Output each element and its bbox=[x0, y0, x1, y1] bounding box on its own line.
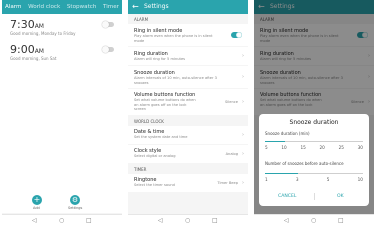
section-header-timer: TIMER bbox=[134, 167, 147, 172]
chevron-right-icon: › bbox=[242, 74, 244, 80]
tick-label: 25 bbox=[338, 145, 344, 150]
nav-recent-icon[interactable]: □ bbox=[212, 217, 218, 224]
setting-date-time[interactable]: Date & time Set the system date and time… bbox=[128, 126, 248, 144]
tick-label: 5 bbox=[326, 177, 330, 182]
snooze-count-ticks: 1 3 5 10 bbox=[265, 177, 363, 182]
slider-fill bbox=[265, 173, 298, 174]
setting-value: Silence bbox=[225, 100, 238, 104]
dialog-title: Snooze duration bbox=[289, 119, 339, 126]
back-arrow-icon[interactable]: ← bbox=[132, 2, 139, 12]
alarm-item[interactable]: 9:00AM Good morning, Sun Sat bbox=[2, 39, 122, 64]
section-header-world-clock: WORLD CLOCK bbox=[134, 119, 164, 124]
tab-stopwatch[interactable]: Stopwatch bbox=[67, 4, 97, 10]
snooze-duration-ticks: 5 10 15 20 25 30 bbox=[265, 145, 363, 150]
setting-value: Analog bbox=[225, 152, 238, 156]
setting-subtitle: Alarm will ring for 5 minutes bbox=[134, 57, 186, 61]
tick-label: 10 bbox=[281, 145, 287, 150]
tick-label: 15 bbox=[300, 145, 306, 150]
nav-back-icon[interactable]: ◁ bbox=[32, 217, 37, 224]
tick-label: 30 bbox=[357, 145, 363, 150]
setting-ringtone[interactable]: Ringtone Select the timer sound Timer Be… bbox=[128, 174, 248, 192]
clock-screen: Alarm World clock Stopwatch Timer 7:30AM… bbox=[2, 0, 122, 227]
app-bar: ← Settings bbox=[128, 0, 248, 14]
nav-home-icon[interactable]: ○ bbox=[311, 217, 316, 224]
alarm-toggle[interactable] bbox=[102, 21, 114, 28]
tab-alarm[interactable]: Alarm bbox=[5, 4, 21, 10]
nav-recent-icon[interactable]: □ bbox=[86, 217, 92, 224]
snooze-duration-dialog: Snooze duration Snooze duration (min) 5 … bbox=[259, 114, 369, 206]
snooze-count-slider[interactable] bbox=[265, 173, 363, 174]
ring-silent-toggle[interactable] bbox=[231, 32, 242, 38]
settings-screen: ← Settings ALARM Ring in silent mode Pla… bbox=[128, 0, 248, 227]
alarm-toggle[interactable] bbox=[102, 46, 114, 53]
snooze-count-label: Number of snoozes before auto-silence bbox=[265, 161, 344, 166]
setting-volume-buttons[interactable]: Volume buttons function Set what volume … bbox=[128, 89, 248, 115]
system-nav-bar: ◁ ○ □ bbox=[2, 214, 122, 227]
cancel-button[interactable]: CANCEL bbox=[278, 194, 296, 199]
tick-label: 3 bbox=[295, 177, 299, 182]
chevron-right-icon: › bbox=[242, 53, 244, 59]
chevron-right-icon: › bbox=[242, 151, 244, 157]
nav-home-icon[interactable]: ○ bbox=[59, 217, 64, 224]
settings-snooze-dialog-screen: ← Settings ALARM Ring in silent mode Pla… bbox=[254, 0, 374, 227]
button-divider bbox=[314, 193, 315, 200]
alarm-list: 7:30AM Good morning, Monday to Friday 9:… bbox=[2, 14, 122, 210]
alarm-ampm: AM bbox=[34, 48, 44, 55]
nav-recent-icon[interactable]: □ bbox=[338, 217, 344, 224]
chevron-right-icon: › bbox=[242, 99, 244, 105]
tick-label: 1 bbox=[265, 177, 268, 182]
chevron-right-icon: › bbox=[242, 180, 244, 186]
chevron-right-icon: › bbox=[242, 132, 244, 138]
snooze-duration-slider[interactable] bbox=[265, 141, 363, 142]
setting-clock-style[interactable]: Clock style Select digital or analog Ana… bbox=[128, 145, 248, 163]
nav-back-icon[interactable]: ◁ bbox=[284, 217, 289, 224]
setting-value: Timer Beep bbox=[217, 181, 238, 185]
nav-back-icon[interactable]: ◁ bbox=[158, 217, 163, 224]
nav-home-icon[interactable]: ○ bbox=[185, 217, 190, 224]
setting-ring-silent[interactable]: Ring in silent mode Play alarm even when… bbox=[128, 24, 248, 46]
tab-timer[interactable]: Timer bbox=[103, 4, 119, 10]
alarm-ampm: AM bbox=[34, 23, 44, 30]
system-nav-bar: ◁ ○ □ bbox=[254, 214, 374, 227]
alarm-label: Good morning, Sun Sat bbox=[10, 56, 57, 61]
settings-label: Settings bbox=[68, 206, 83, 210]
alarm-action-bar: + Add ⚙ Settings bbox=[2, 193, 122, 213]
ok-button[interactable]: OK bbox=[337, 194, 344, 199]
alarm-label: Good morning, Monday to Friday bbox=[10, 31, 76, 36]
slider-fill bbox=[265, 141, 285, 142]
tab-world-clock[interactable]: World clock bbox=[28, 4, 60, 10]
setting-subtitle: screen bbox=[134, 107, 146, 111]
setting-subtitle: Set the system date and time bbox=[134, 135, 188, 139]
screenshot: Alarm World clock Stopwatch Timer 7:30AM… bbox=[0, 0, 375, 227]
snooze-duration-label: Snooze duration (min) bbox=[265, 131, 310, 136]
section-header-alarm: ALARM bbox=[134, 17, 149, 22]
page-title: Settings bbox=[144, 3, 169, 10]
setting-subtitle: Select the timer sound bbox=[134, 183, 175, 187]
setting-subtitle: snoozes bbox=[134, 80, 149, 85]
alarm-item[interactable]: 7:30AM Good morning, Monday to Friday bbox=[2, 14, 122, 39]
setting-snooze-duration[interactable]: Snooze duration Alarm intervals of 10 mi… bbox=[128, 66, 248, 88]
add-label: Add bbox=[33, 206, 40, 210]
setting-subtitle: Select digital or analog bbox=[134, 154, 176, 158]
tick-label: 20 bbox=[319, 145, 325, 150]
settings-button[interactable]: ⚙ bbox=[70, 195, 80, 205]
tick-label: 5 bbox=[265, 145, 268, 150]
setting-subtitle: mode bbox=[134, 38, 145, 43]
setting-subtitle: Play alarm even when the phone is in sil… bbox=[134, 34, 213, 38]
setting-ring-duration[interactable]: Ring duration Alarm will ring for 5 minu… bbox=[128, 47, 248, 65]
clock-tab-bar: Alarm World clock Stopwatch Timer bbox=[2, 0, 122, 14]
add-alarm-button[interactable]: + bbox=[32, 195, 42, 205]
tick-label: 10 bbox=[357, 177, 363, 182]
system-nav-bar: ◁ ○ □ bbox=[128, 214, 248, 227]
